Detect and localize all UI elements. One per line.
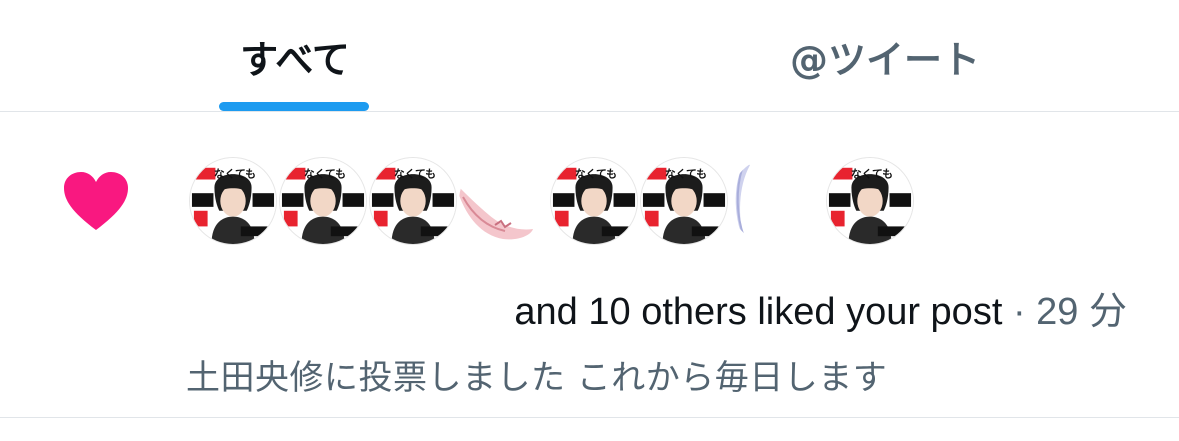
avatar-image: なくても [551,158,637,244]
timestamp: 29 分 [1036,291,1127,333]
liked-summary: and 10 others liked your post · 29 分 [514,280,1127,335]
avatar-badge-text: なくても [304,168,346,181]
avatar-image: なくても [827,158,913,244]
tab-mentions[interactable]: @ツイート [735,0,1035,112]
avatar[interactable]: なくても [279,157,367,245]
avatar-badge-text: なくても [394,168,436,181]
active-tab-indicator [219,102,369,111]
avatar-badge-text: なくても [851,168,893,181]
like-notification[interactable]: なくても なくても なくても なくても なくても なくても and 10 oth… [0,112,1179,418]
avatar-badge-text: なくても [575,168,617,181]
avatar[interactable]: なくても [189,157,277,245]
avatar[interactable]: なくても [369,157,457,245]
tab-bar: すべて @ツイート [0,0,1179,112]
post-preview: 土田央修に投票しました これから毎日します [186,358,888,398]
avatar-image: なくても [280,158,366,244]
avatar[interactable]: なくても [826,157,914,245]
avatar[interactable]: なくても [640,157,728,245]
avatar[interactable] [730,157,818,245]
avatar-image: なくても [641,158,727,244]
avatar-badge-text: なくても [665,168,707,181]
avatar-row: なくても なくても なくても なくても なくても なくても [0,112,1179,262]
separator: · [1002,291,1037,333]
liked-text: and 10 others liked your post [514,291,1003,333]
avatar-badge-text: なくても [214,168,256,181]
avatar[interactable]: なくても [550,157,638,245]
avatar-image: なくても [190,158,276,244]
avatar-image: なくても [370,158,456,244]
avatar[interactable] [459,157,547,245]
tab-all[interactable]: すべて [185,0,405,112]
